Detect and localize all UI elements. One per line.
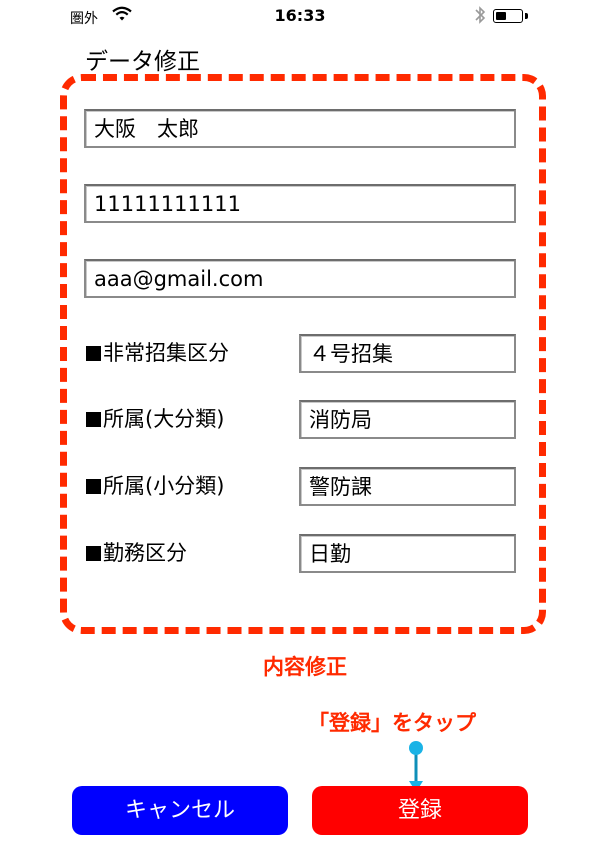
status-bar: 圏外 16:33 — [0, 0, 600, 32]
square-bullet-icon — [86, 546, 101, 561]
phone-field[interactable]: 11111111111 — [84, 184, 516, 223]
square-bullet-icon — [86, 479, 101, 494]
label-emergency-call-type: 非常招集区分 — [86, 337, 229, 367]
register-button[interactable]: 登録 — [312, 786, 528, 835]
square-bullet-icon — [86, 346, 101, 361]
department-minor-field[interactable]: 警防課 — [299, 467, 516, 506]
department-major-field[interactable]: 消防局 — [299, 400, 516, 439]
emergency-call-type-field[interactable]: ４号招集 — [299, 334, 516, 373]
tap-instruction: 「登録」をタップ — [308, 711, 476, 735]
battery-tip — [525, 13, 528, 19]
bluetooth-icon — [474, 5, 486, 29]
battery-level — [496, 12, 506, 20]
cancel-button[interactable]: キャンセル — [72, 786, 288, 835]
square-bullet-icon — [86, 412, 101, 427]
email-field[interactable]: aaa@gmail.com — [84, 259, 516, 298]
label-department-minor: 所属(小分類) — [86, 470, 224, 500]
label-work-shift: 勤務区分 — [86, 537, 187, 567]
label-department-major: 所属(大分類) — [86, 403, 224, 433]
name-field[interactable]: 大阪 太郎 — [84, 109, 516, 148]
page-title: データ修正 — [85, 49, 200, 75]
edit-caption: 内容修正 — [263, 655, 347, 679]
work-shift-field[interactable]: 日勤 — [299, 534, 516, 573]
battery-icon — [493, 9, 523, 23]
